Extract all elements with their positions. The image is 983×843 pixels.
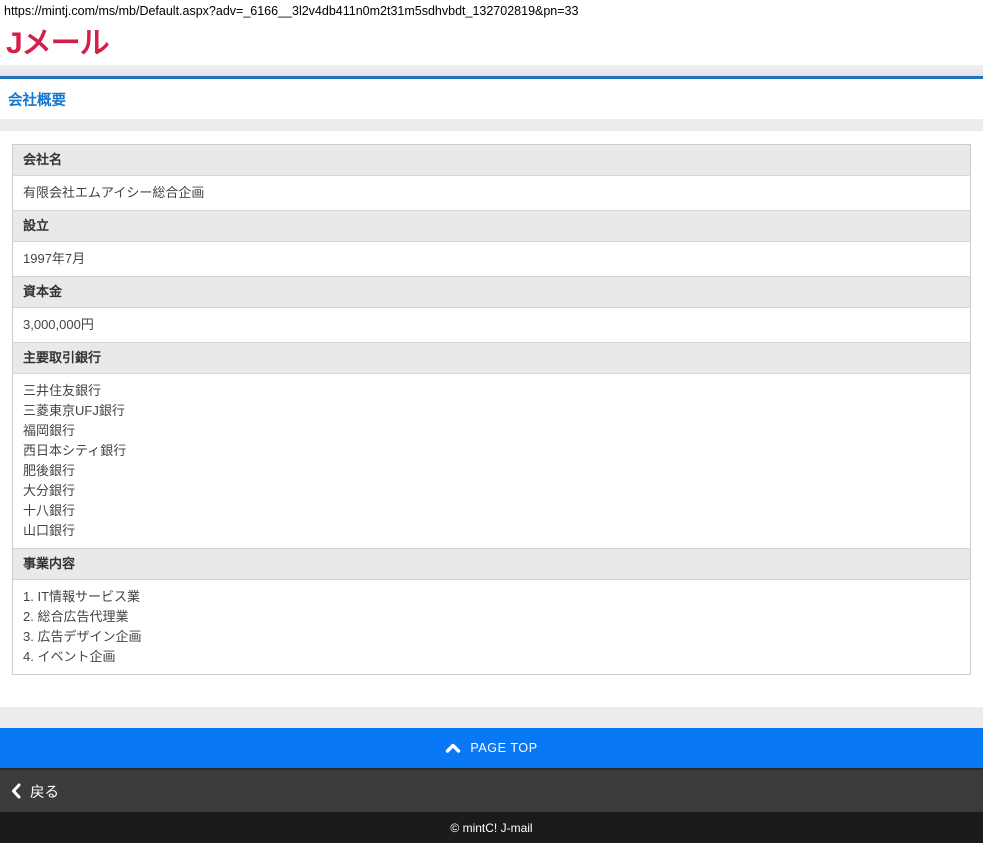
content-top-band bbox=[0, 119, 983, 131]
back-label: 戻る bbox=[30, 781, 59, 802]
main-content: 会社名有限会社エムアイシー総合企画設立1997年7月資本金3,000,000円主… bbox=[0, 131, 983, 707]
back-button[interactable]: 戻る bbox=[0, 768, 983, 812]
table-value-cell: 三井住友銀行 三菱東京UFJ銀行 福岡銀行 西日本シティ銀行 肥後銀行 大分銀行… bbox=[13, 374, 971, 549]
page-url: https://mintj.com/ms/mb/Default.aspx?adv… bbox=[4, 4, 578, 18]
company-table: 会社名有限会社エムアイシー総合企画設立1997年7月資本金3,000,000円主… bbox=[12, 144, 971, 675]
site-footer: © mintC! J-mail bbox=[0, 812, 983, 843]
company-table-body: 会社名有限会社エムアイシー総合企画設立1997年7月資本金3,000,000円主… bbox=[13, 145, 971, 675]
table-label-cell: 会社名 bbox=[13, 145, 971, 176]
chevron-up-icon bbox=[445, 743, 461, 753]
table-label-cell: 事業内容 bbox=[13, 549, 971, 580]
header-divider-band bbox=[0, 65, 983, 76]
page-title: 会社概要 bbox=[8, 89, 66, 110]
table-value-cell: 1997年7月 bbox=[13, 242, 971, 277]
table-label-cell: 資本金 bbox=[13, 277, 971, 308]
chevron-left-icon bbox=[11, 783, 21, 799]
content-bottom-band bbox=[0, 707, 983, 728]
table-value-cell: 1. IT情報サービス業 2. 総合広告代理業 3. 広告デザイン企画 4. イ… bbox=[13, 580, 971, 675]
title-strip: 会社概要 bbox=[0, 79, 983, 119]
table-value-cell: 有限会社エムアイシー総合企画 bbox=[13, 176, 971, 211]
page-top-label: PAGE TOP bbox=[470, 741, 537, 755]
table-value-cell: 3,000,000円 bbox=[13, 308, 971, 343]
copyright-text: © mintC! J-mail bbox=[450, 821, 532, 835]
page-top-button[interactable]: PAGE TOP bbox=[0, 728, 983, 768]
page: https://mintj.com/ms/mb/Default.aspx?adv… bbox=[0, 0, 983, 843]
url-text: https://mintj.com/ms/mb/Default.aspx?adv… bbox=[0, 0, 983, 22]
jmail-logo[interactable]: Jメール bbox=[6, 29, 109, 59]
table-label-cell: 設立 bbox=[13, 211, 971, 242]
site-header: Jメール bbox=[0, 22, 983, 65]
table-label-cell: 主要取引銀行 bbox=[13, 343, 971, 374]
